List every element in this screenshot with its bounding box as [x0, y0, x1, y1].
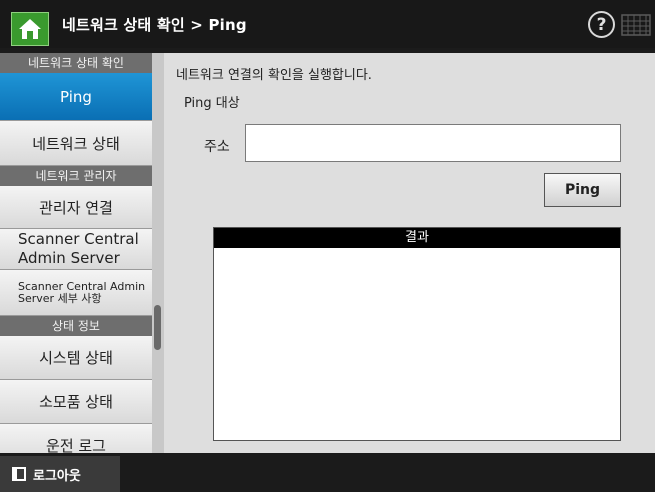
page-title: 네트워크 상태 확인 > Ping — [62, 16, 247, 34]
logout-icon — [12, 467, 26, 481]
top-bar: 네트워크 상태 확인 > Ping ? — [0, 0, 655, 48]
logout-button[interactable]: 로그아웃 — [0, 456, 120, 492]
ping-target-heading: Ping 대상 — [184, 96, 240, 111]
result-panel: 결과 — [213, 227, 621, 441]
result-header: 결과 — [214, 228, 620, 248]
sidebar-item-ping[interactable]: Ping — [0, 73, 152, 121]
main-content: 네트워크 연결의 확인을 실행합니다. Ping 대상 주소 Ping 결과 — [164, 53, 655, 453]
scrollbar-thumb[interactable] — [154, 305, 161, 350]
ping-button[interactable]: Ping — [544, 173, 621, 207]
address-input[interactable] — [245, 124, 621, 162]
keyboard-button[interactable] — [621, 14, 651, 36]
sidebar-item-scanner-central-admin-server[interactable]: Scanner Central Admin Server — [0, 229, 152, 270]
result-body — [214, 248, 620, 256]
help-button[interactable]: ? — [588, 11, 615, 38]
sidebar-item-system-status[interactable]: 시스템 상태 — [0, 336, 152, 380]
sidebar-category-status-info: 상태 정보 — [0, 316, 152, 336]
sidebar-scrollbar[interactable] — [152, 53, 164, 453]
keyboard-icon — [621, 14, 651, 36]
sidebar-item-network-status[interactable]: 네트워크 상태 — [0, 121, 152, 166]
sidebar: 네트워크 상태 확인 Ping 네트워크 상태 네트워크 관리자 관리자 연결 … — [0, 53, 164, 453]
page-description: 네트워크 연결의 확인을 실행합니다. — [176, 68, 372, 83]
address-label: 주소 — [204, 139, 230, 155]
footer-bar: 로그아웃 — [0, 453, 655, 492]
sidebar-item-consumable-status[interactable]: 소모품 상태 — [0, 380, 152, 424]
sidebar-category-network-admin: 네트워크 관리자 — [0, 166, 152, 186]
sidebar-category-network-status: 네트워크 상태 확인 — [0, 53, 152, 73]
help-icon: ? — [596, 14, 607, 35]
sidebar-item-admin-connection[interactable]: 관리자 연결 — [0, 186, 152, 229]
sidebar-item-scanner-central-admin-server-details[interactable]: Scanner Central Admin Server 세부 사항 — [0, 270, 152, 316]
home-icon — [19, 19, 41, 39]
home-button[interactable] — [11, 12, 49, 46]
sidebar-menu: 네트워크 상태 확인 Ping 네트워크 상태 네트워크 관리자 관리자 연결 … — [0, 53, 152, 453]
logout-label: 로그아웃 — [33, 468, 81, 484]
sidebar-item-operation-log[interactable]: 운전 로그 — [0, 424, 152, 453]
